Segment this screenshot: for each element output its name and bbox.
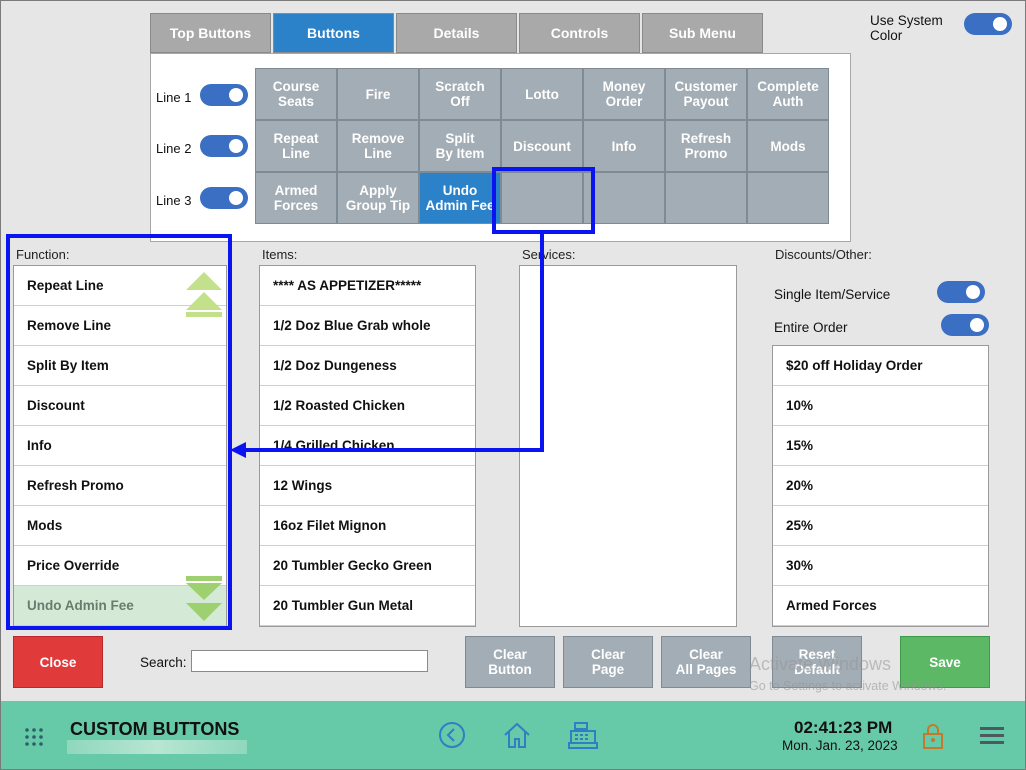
grid-button-split-by-item[interactable]: Split By Item — [419, 120, 501, 172]
list-item[interactable]: 10% — [773, 386, 988, 426]
line-2-toggle[interactable] — [200, 135, 248, 157]
line-3-label: Line 3 — [156, 193, 192, 208]
clear-page-button[interactable]: Clear Page — [563, 636, 653, 688]
grid-button-remove-line[interactable]: Remove Line — [337, 120, 419, 172]
list-item[interactable]: 15% — [773, 426, 988, 466]
list-item[interactable]: 16oz Filet Mignon — [260, 506, 475, 546]
grid-button-empty-slot[interactable] — [665, 172, 747, 224]
watermark-title: Activate Windows — [749, 654, 892, 674]
use-system-color-toggle[interactable] — [964, 13, 1012, 35]
use-system-color-label: Use System Color — [870, 13, 943, 43]
search-label: Search: — [140, 655, 187, 670]
list-item[interactable]: 20 Tumbler Gun Metal — [260, 586, 475, 626]
toggle-knob — [229, 139, 243, 153]
cash-register-icon[interactable] — [568, 721, 598, 749]
grid-button-fire[interactable]: Fire — [337, 68, 419, 120]
clear-all-pages-button[interactable]: Clear All Pages — [661, 636, 751, 688]
list-item[interactable]: 30% — [773, 546, 988, 586]
entire-order-toggle[interactable] — [941, 314, 989, 336]
grid-button-refresh-promo[interactable]: Refresh Promo — [665, 120, 747, 172]
grid-button-info[interactable]: Info — [583, 120, 665, 172]
toggle-knob — [229, 191, 243, 205]
grid-button-armed-forces[interactable]: Armed Forces — [255, 172, 337, 224]
list-item[interactable]: 20% — [773, 466, 988, 506]
hamburger-menu-icon[interactable] — [980, 726, 1004, 746]
line-1-label: Line 1 — [156, 90, 192, 105]
grid-button-empty-slot[interactable] — [583, 172, 665, 224]
highlight-arrow — [230, 232, 544, 458]
clock-date: Mon. Jan. 23, 2023 — [782, 738, 898, 753]
grid-button-complete-auth[interactable]: Complete Auth — [747, 68, 829, 120]
discounts-list: $20 off Holiday Order 10% 15% 20% 25% 30… — [772, 345, 989, 627]
toggle-knob — [970, 318, 984, 332]
close-button[interactable]: Close — [13, 636, 103, 688]
grid-button-money-order[interactable]: Money Order — [583, 68, 665, 120]
tab-buttons[interactable]: Buttons — [273, 13, 394, 53]
watermark-subtitle: Go to Settings to activate Windows. — [749, 679, 947, 693]
grid-button-customer-payout[interactable]: Customer Payout — [665, 68, 747, 120]
home-icon[interactable] — [502, 720, 532, 750]
line-3-toggle[interactable] — [200, 187, 248, 209]
clock-time: 02:41:23 PM — [794, 718, 893, 737]
lock-icon[interactable] — [922, 722, 944, 750]
grid-button-lotto[interactable]: Lotto — [501, 68, 583, 120]
grid-button-repeat-line[interactable]: Repeat Line — [255, 120, 337, 172]
toggle-knob — [993, 17, 1007, 31]
app-grid-icon[interactable] — [24, 727, 44, 747]
list-item[interactable]: 20 Tumbler Gecko Green — [260, 546, 475, 586]
toggle-knob — [229, 88, 243, 102]
highlight-box-function-list — [6, 234, 232, 630]
grid-button-undo-admin-fee[interactable]: Undo Admin Fee — [419, 172, 501, 224]
grid-button-apply-group-tip[interactable]: Apply Group Tip — [337, 172, 419, 224]
list-item[interactable]: Armed Forces — [773, 586, 988, 626]
tab-controls[interactable]: Controls — [519, 13, 640, 53]
search-input[interactable] — [191, 650, 428, 672]
discounts-label: Discounts/Other: — [775, 247, 872, 262]
single-item-service-toggle[interactable] — [937, 281, 985, 303]
single-item-service-label: Single Item/Service — [774, 287, 891, 302]
toggle-knob — [966, 285, 980, 299]
line-1-toggle[interactable] — [200, 84, 248, 106]
tab-top-buttons[interactable]: Top Buttons — [150, 13, 271, 53]
services-list — [519, 265, 737, 627]
grid-button-course-seats[interactable]: Course Seats — [255, 68, 337, 120]
grid-button-scratch-off[interactable]: Scratch Off — [419, 68, 501, 120]
clear-button-button[interactable]: Clear Button — [465, 636, 555, 688]
back-icon[interactable] — [438, 721, 466, 749]
line-2-label: Line 2 — [156, 141, 192, 156]
page-title: CUSTOM BUTTONS — [70, 719, 240, 739]
grid-button-empty-slot[interactable] — [747, 172, 829, 224]
list-item[interactable]: 12 Wings — [260, 466, 475, 506]
grid-button-mods[interactable]: Mods — [747, 120, 829, 172]
grid-button-discount[interactable]: Discount — [501, 120, 583, 172]
list-item[interactable]: $20 off Holiday Order — [773, 346, 988, 386]
entire-order-label: Entire Order — [774, 320, 848, 335]
list-item[interactable]: 25% — [773, 506, 988, 546]
tab-details[interactable]: Details — [396, 13, 517, 53]
highlight-box-empty-slot — [492, 167, 595, 234]
blurred-subtitle — [67, 740, 247, 754]
tab-sub-menu[interactable]: Sub Menu — [642, 13, 763, 53]
